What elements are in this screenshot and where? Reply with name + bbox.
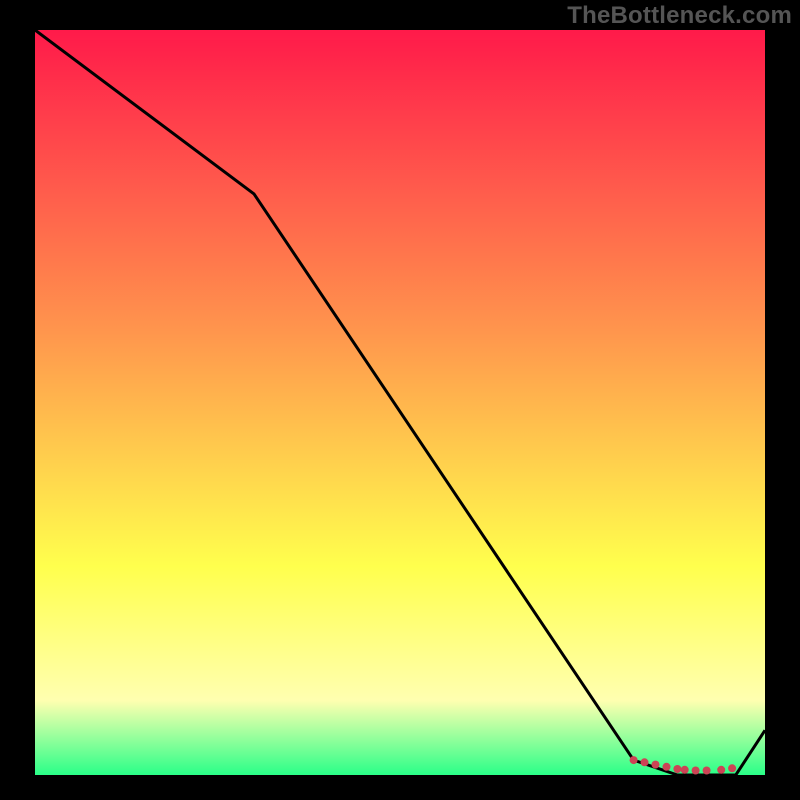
data-marker bbox=[717, 766, 725, 774]
chart-svg bbox=[35, 30, 765, 775]
data-marker bbox=[703, 767, 711, 775]
data-marker bbox=[630, 756, 638, 764]
gradient-background bbox=[35, 30, 765, 775]
data-marker bbox=[673, 765, 681, 773]
data-marker bbox=[663, 763, 671, 771]
data-marker bbox=[641, 758, 649, 766]
data-marker bbox=[692, 767, 700, 775]
chart-frame: TheBottleneck.com bbox=[0, 0, 800, 800]
plot-area bbox=[35, 30, 765, 775]
data-marker bbox=[652, 761, 660, 769]
watermark-text: TheBottleneck.com bbox=[567, 2, 792, 30]
data-marker bbox=[728, 764, 736, 772]
data-marker bbox=[681, 766, 689, 774]
